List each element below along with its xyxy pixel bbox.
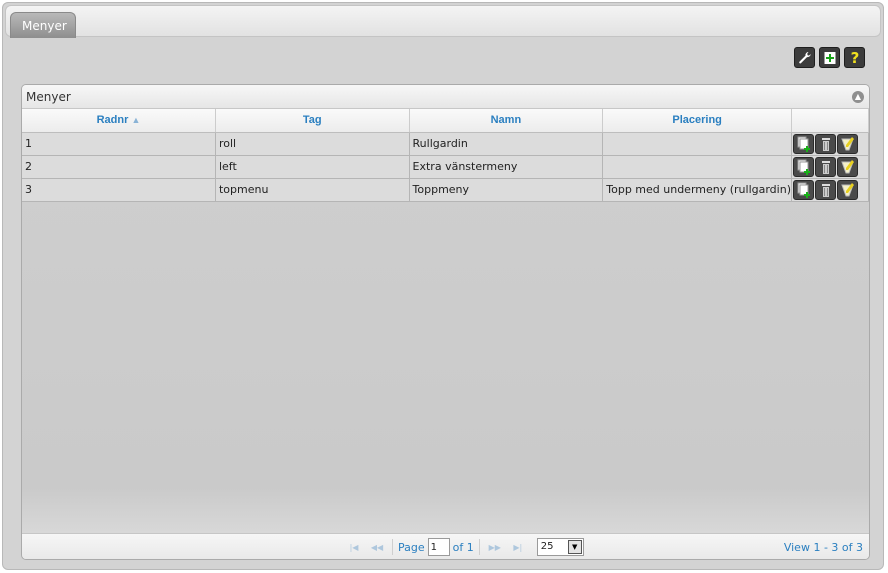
trash-icon — [821, 137, 830, 151]
help-icon: ? — [850, 50, 859, 66]
sort-icon: ▲ — [131, 115, 141, 126]
cell-tag: roll — [215, 132, 410, 156]
next-page-icon[interactable]: ▶▶ — [485, 543, 505, 552]
table-row[interactable]: 2 left Extra vänstermeny — [22, 155, 869, 179]
cell-radnr: 3 — [22, 178, 216, 202]
trash-icon — [821, 160, 830, 174]
cell-radnr: 1 — [22, 132, 216, 156]
page-label: Page — [398, 540, 425, 554]
edit-icon — [840, 136, 854, 150]
pager-divider — [478, 539, 480, 555]
copy-add-icon — [797, 136, 810, 152]
rows-per-page-value: 25 — [540, 541, 554, 552]
table-row[interactable]: 3 topmenu Toppmeny Topp med undermeny (rull… — [22, 178, 869, 202]
page-total: of 1 — [452, 540, 474, 554]
grid-title: Menyer — [26, 90, 71, 104]
prev-page-icon[interactable]: ◀◀ — [367, 543, 387, 552]
column-header-tag[interactable]: Tag — [215, 109, 410, 133]
wrench-icon — [798, 51, 811, 63]
edit-icon — [840, 182, 854, 196]
help-button[interactable]: ? — [844, 47, 865, 68]
rows-per-page-select[interactable]: 25 ▼ — [536, 538, 584, 556]
row-actions — [791, 132, 869, 156]
add-button[interactable] — [819, 47, 840, 68]
row-actions — [791, 155, 869, 179]
edit-row-button[interactable] — [837, 179, 858, 200]
copy-add-icon — [797, 159, 810, 175]
grid-caption: Menyer ▲ — [22, 85, 869, 109]
menu-grid: Menyer ▲ Radnr ▲ Tag Namn Placering 1 rol… — [21, 84, 870, 560]
app-frame: Menyer ? Menyer ▲ Radnr ▲ Tag Namn Place… — [2, 2, 884, 570]
pager-controls: |◀ ◀◀ Page of 1 ▶▶ ▶| 25 ▼ — [344, 538, 584, 556]
column-header-radnr[interactable]: Radnr ▲ — [22, 109, 216, 133]
cell-tag: topmenu — [215, 178, 410, 202]
page-input[interactable] — [427, 538, 450, 556]
tab-bar: Menyer — [5, 5, 881, 38]
cell-namn: Toppmeny — [409, 178, 604, 202]
copy-row-button[interactable] — [793, 179, 814, 200]
edit-row-button[interactable] — [837, 133, 858, 154]
column-header-namn[interactable]: Namn — [409, 109, 604, 133]
cell-radnr: 2 — [22, 155, 216, 179]
row-actions — [791, 178, 869, 202]
copy-row-button[interactable] — [793, 156, 814, 177]
column-header-actions — [791, 109, 869, 133]
tab-menyer[interactable]: Menyer — [10, 12, 76, 38]
copy-add-icon — [797, 182, 810, 198]
cell-placering — [602, 132, 792, 156]
grid-header-row: Radnr ▲ Tag Namn Placering — [22, 109, 869, 133]
table-row[interactable]: 1 roll Rullgardin — [22, 132, 869, 156]
column-header-placering[interactable]: Placering — [602, 109, 792, 133]
chevron-down-icon: ▼ — [567, 540, 582, 554]
delete-row-button[interactable] — [815, 179, 836, 200]
settings-button[interactable] — [794, 47, 815, 68]
cell-namn: Extra vänstermeny — [409, 155, 604, 179]
last-page-icon[interactable]: ▶| — [508, 543, 528, 552]
cell-namn: Rullgardin — [409, 132, 604, 156]
pager: |◀ ◀◀ Page of 1 ▶▶ ▶| 25 ▼ View 1 - 3 of… — [22, 533, 869, 559]
cell-placering — [602, 155, 792, 179]
pager-divider — [392, 539, 393, 555]
add-icon — [824, 51, 835, 64]
delete-row-button[interactable] — [815, 133, 836, 154]
view-count: View 1 - 3 of 3 — [783, 541, 863, 554]
edit-row-button[interactable] — [837, 156, 858, 177]
edit-icon — [840, 159, 854, 173]
cell-placering: Topp med undermeny (rullgardin) — [602, 178, 792, 202]
trash-icon — [821, 183, 830, 197]
svg-text:?: ? — [850, 50, 859, 66]
delete-row-button[interactable] — [815, 156, 836, 177]
grid-table: Radnr ▲ Tag Namn Placering 1 roll Rullgard… — [22, 109, 869, 202]
cell-tag: left — [215, 155, 410, 179]
copy-row-button[interactable] — [793, 133, 814, 154]
collapse-icon[interactable]: ▲ — [852, 91, 864, 103]
first-page-icon[interactable]: |◀ — [344, 543, 364, 552]
toolbar: ? — [794, 47, 865, 68]
